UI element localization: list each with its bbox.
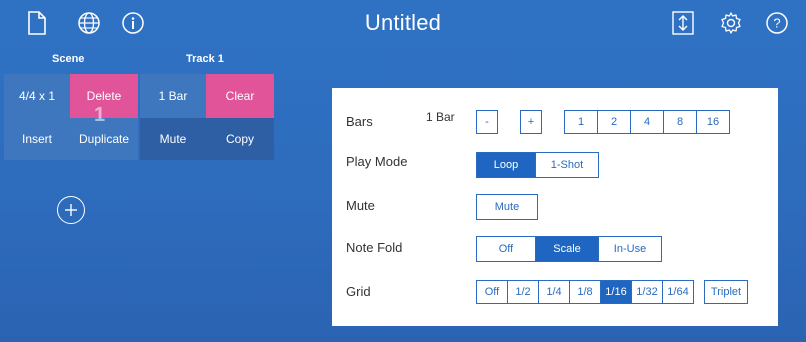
play-mode-oneshot-button[interactable]: 1-Shot [535,152,599,178]
play-mode-label: Play Mode [346,154,408,169]
grid-triplet-button[interactable]: Triplet [704,280,748,304]
resize-icon[interactable] [670,10,696,36]
track-settings-panel: Bars 1 Bar - + 1 2 4 8 16 Play Mode Loop… [332,88,778,326]
bars-option-1[interactable]: 1 [564,110,598,134]
svg-text:?: ? [773,16,780,31]
mute-button[interactable]: Mute [476,194,538,220]
bars-option-8[interactable]: 8 [663,110,697,134]
track-bars[interactable]: 1 Bar [140,74,206,118]
track-mute-button[interactable]: Mute [140,118,206,160]
scene-meter[interactable]: 4/4 x 1 [4,74,70,118]
note-fold-scale-button[interactable]: Scale [535,236,599,262]
mute-label: Mute [346,198,375,213]
play-mode-loop-button[interactable]: Loop [476,152,536,178]
scene-duplicate-button[interactable]: Duplicate [70,118,138,160]
bars-value: 1 Bar [426,110,455,124]
gear-icon[interactable] [718,10,744,36]
bars-decrement-button[interactable]: - [476,110,498,134]
track-header: Track 1 [186,53,224,65]
grid-eighth-button[interactable]: 1/8 [569,280,601,304]
scene-insert-button[interactable]: Insert [4,118,70,160]
grid-thirty-second-button[interactable]: 1/32 [631,280,663,304]
bars-option-2[interactable]: 2 [597,110,631,134]
bars-increment-button[interactable]: + [520,110,542,134]
bars-label: Bars [346,114,373,129]
bars-option-4[interactable]: 4 [630,110,664,134]
grid-sixty-fourth-button[interactable]: 1/64 [662,280,694,304]
grid-sixteenth-button[interactable]: 1/16 [600,280,632,304]
track-clear-button[interactable]: Clear [206,74,274,118]
note-fold-label: Note Fold [346,240,403,255]
top-bar: Untitled ? [0,0,806,48]
note-fold-off-button[interactable]: Off [476,236,536,262]
help-icon[interactable]: ? [764,10,790,36]
plus-icon [65,204,77,216]
grid-half-button[interactable]: 1/2 [507,280,539,304]
grid-quarter-button[interactable]: 1/4 [538,280,570,304]
track-copy-button[interactable]: Copy [206,118,274,160]
add-scene-button[interactable] [57,196,85,224]
grid-off-button[interactable]: Off [476,280,508,304]
bars-option-16[interactable]: 16 [696,110,730,134]
scene-header: Scene [52,53,85,65]
grid-label: Grid [346,284,371,299]
note-fold-in-use-button[interactable]: In-Use [598,236,662,262]
